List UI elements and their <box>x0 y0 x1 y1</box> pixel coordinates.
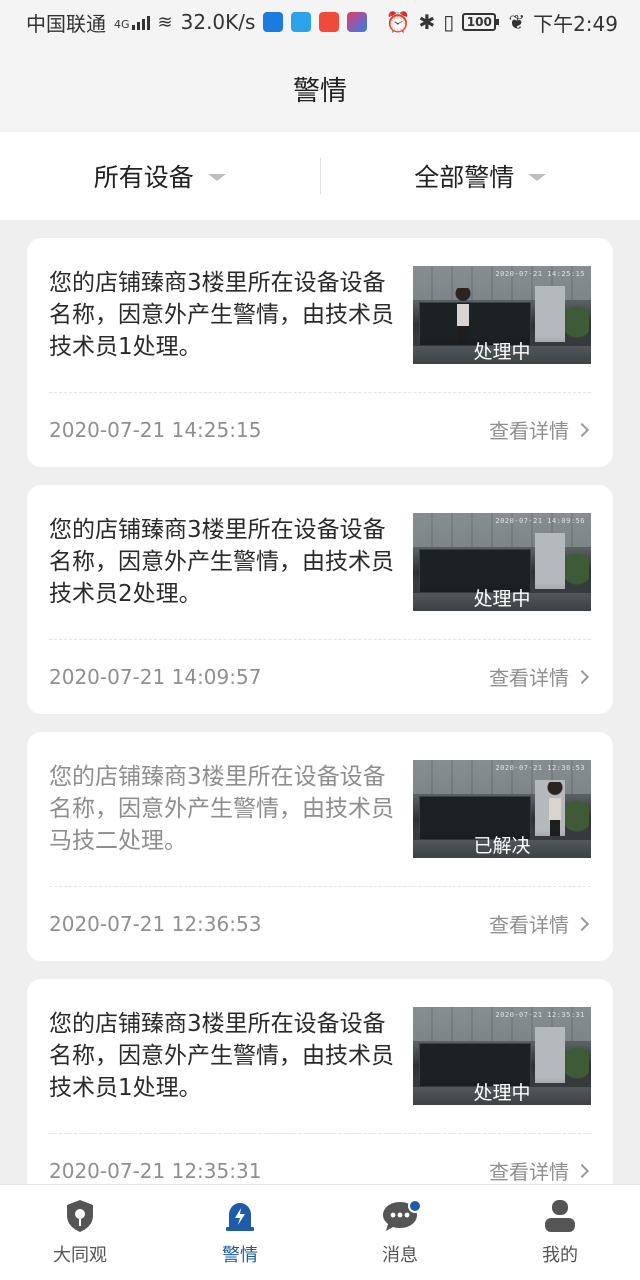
net-speed: 32.0K/s <box>180 10 256 34</box>
divider <box>49 886 591 887</box>
alert-time: 2020-07-21 12:35:31 <box>49 1158 262 1183</box>
chevron-right-icon <box>574 669 590 684</box>
app-notify-icon-4 <box>347 12 368 32</box>
tab-alerts[interactable]: 警情 <box>160 1185 320 1280</box>
status-bar: 中国联通 4G ≋ 32.0K/s ⏰ ✱ ▯ 100 ❦ 下午2:49 <box>0 0 640 44</box>
view-details-link[interactable]: 查看详情 <box>489 662 591 691</box>
alert-message: 您的店铺臻商3楼里所在设备设备名称，因意外产生警情，由技术员技术员2处理。 <box>49 517 394 607</box>
chevron-right-icon <box>574 422 590 437</box>
caret-down-icon <box>207 173 226 181</box>
view-details-label: 查看详情 <box>489 666 569 690</box>
tab-label: 大同观 <box>53 1244 107 1266</box>
divider <box>49 392 591 393</box>
chevron-right-icon <box>574 916 590 931</box>
alert-type-filter-dropdown[interactable]: 全部警情 <box>321 132 640 220</box>
divider <box>49 639 591 640</box>
app-notify-icon-1 <box>263 12 284 32</box>
view-details-label: 查看详情 <box>489 419 569 443</box>
snapshot-timestamp: 2020-07-21 12:36:53 <box>495 764 585 772</box>
camera-snapshot[interactable]: 2020-07-21 14:25:15 处理中 <box>413 266 591 364</box>
tab-label: 我的 <box>542 1244 578 1266</box>
wifi-icon: ≋ <box>157 11 173 33</box>
camera-snapshot[interactable]: 2020-07-21 14:09:56 处理中 <box>413 513 591 611</box>
snapshot-timestamp: 2020-07-21 14:25:15 <box>495 270 585 278</box>
divider <box>49 1133 591 1134</box>
filter-bar: 所有设备 全部警情 <box>0 132 640 220</box>
alert-type-filter-label: 全部警情 <box>414 163 515 192</box>
status-badge: 处理中 <box>413 583 591 611</box>
alert-message: 您的店铺臻商3楼里所在设备设备名称，因意外产生警情，由技术员技术员1处理。 <box>49 1011 394 1101</box>
tab-profile[interactable]: 我的 <box>480 1185 640 1280</box>
device-filter-dropdown[interactable]: 所有设备 <box>0 132 320 220</box>
status-badge: 处理中 <box>413 336 591 364</box>
alert-list[interactable]: 您的店铺臻商3楼里所在设备设备名称，因意外产生警情，由技术员技术员1处理。 20… <box>0 220 640 1184</box>
alert-time: 2020-07-21 14:09:57 <box>49 664 262 689</box>
alert-card[interactable]: 您的店铺臻商3楼里所在设备设备名称，因意外产生警情，由技术员马技二处理。 202… <box>27 732 613 961</box>
tab-label: 消息 <box>382 1244 418 1266</box>
view-details-link[interactable]: 查看详情 <box>489 1156 591 1184</box>
tab-label: 警情 <box>222 1244 258 1266</box>
device-filter-label: 所有设备 <box>93 163 194 192</box>
tab-datongguan[interactable]: 大同观 <box>0 1185 160 1280</box>
alarm-light-icon <box>226 1202 254 1231</box>
person-figure <box>453 288 473 342</box>
alert-card[interactable]: 您的店铺臻商3楼里所在设备设备名称，因意外产生警情，由技术员技术员1处理。 20… <box>27 238 613 467</box>
status-badge: 已解决 <box>413 830 591 858</box>
battery-icon: 100 <box>462 13 500 31</box>
bottom-tab-bar: 大同观 警情 消息 我的 <box>0 1184 640 1280</box>
alert-message: 您的店铺臻商3楼里所在设备设备名称，因意外产生警情，由技术员技术员1处理。 <box>49 270 394 360</box>
network-type: 4G <box>114 17 130 31</box>
camera-snapshot[interactable]: 2020-07-21 12:35:31 处理中 <box>413 1007 591 1105</box>
view-details-label: 查看详情 <box>489 1160 569 1184</box>
shield-icon <box>67 1199 93 1232</box>
tab-messages[interactable]: 消息 <box>320 1185 480 1280</box>
person-figure <box>545 782 565 836</box>
unread-dot <box>408 1199 422 1213</box>
snapshot-timestamp: 2020-07-21 14:09:56 <box>495 517 585 525</box>
view-details-label: 查看详情 <box>489 913 569 937</box>
signal-icon <box>131 14 150 30</box>
person-icon <box>545 1199 575 1232</box>
battery-level: 100 <box>466 15 492 29</box>
chevron-right-icon <box>574 1163 590 1178</box>
alert-card[interactable]: 您的店铺臻商3楼里所在设备设备名称，因意外产生警情，由技术员技术员2处理。 20… <box>27 485 613 714</box>
app-notify-icon-3 <box>319 12 340 32</box>
clock: 下午2:49 <box>533 11 618 36</box>
caret-down-icon <box>528 173 547 181</box>
leaf-icon: ❦ <box>508 10 526 34</box>
page-title: 警情 <box>293 75 347 107</box>
alert-time: 2020-07-21 12:36:53 <box>49 911 262 936</box>
alert-time: 2020-07-21 14:25:15 <box>49 417 262 442</box>
alarm-icon: ⏰ <box>385 10 411 34</box>
page-header: 警情 <box>0 44 640 132</box>
view-details-link[interactable]: 查看详情 <box>489 909 591 938</box>
vibrate-icon: ▯ <box>443 10 455 34</box>
bluetooth-icon: ✱ <box>418 10 436 34</box>
view-details-link[interactable]: 查看详情 <box>489 415 591 444</box>
app-notify-icon-2 <box>291 12 312 32</box>
alert-card[interactable]: 您的店铺臻商3楼里所在设备设备名称，因意外产生警情，由技术员技术员1处理。 20… <box>27 979 613 1184</box>
carrier-label: 中国联通 <box>26 11 106 36</box>
camera-snapshot[interactable]: 2020-07-21 12:36:53 已解决 <box>413 760 591 858</box>
status-badge: 处理中 <box>413 1077 591 1105</box>
snapshot-timestamp: 2020-07-21 12:35:31 <box>495 1011 585 1019</box>
alert-message: 您的店铺臻商3楼里所在设备设备名称，因意外产生警情，由技术员马技二处理。 <box>49 764 394 854</box>
